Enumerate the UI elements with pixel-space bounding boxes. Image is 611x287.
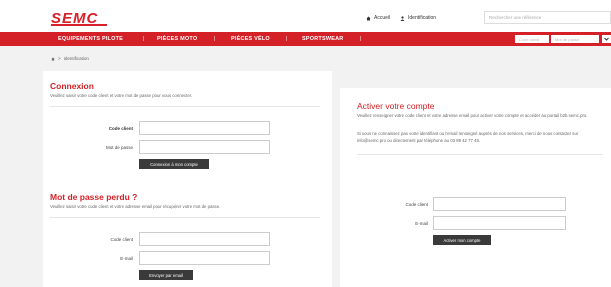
- login-description: Veuillez saisir votre code client et vot…: [50, 93, 193, 98]
- activate-code-client-label: Code client: [405, 202, 428, 207]
- nav-separator: |: [360, 36, 362, 42]
- divider: [357, 154, 603, 155]
- breadcrumb-separator: >: [58, 56, 61, 61]
- main-nav: EQUIPEMENTS PILOTE | PIÈCES MOTO | PIÈCE…: [0, 32, 611, 46]
- activate-description-1: Veuillez renseigner votre code client et…: [357, 113, 588, 118]
- lost-code-client-label: Code client: [110, 237, 133, 242]
- identification-link[interactable]: Identification: [400, 15, 436, 21]
- divider: [50, 106, 320, 107]
- nav-pieces-velo[interactable]: PIÈCES VÉLO: [231, 36, 270, 42]
- nav-separator: |: [286, 36, 288, 42]
- activate-code-client-input[interactable]: [433, 197, 566, 211]
- activate-title: Activer votre compte: [357, 101, 435, 111]
- nav-login-button[interactable]: [602, 35, 611, 43]
- activate-email-input[interactable]: [433, 216, 566, 230]
- activate-email-label: E-mail: [415, 221, 428, 226]
- home-icon: [366, 16, 371, 20]
- login-title: Connexion: [50, 81, 94, 91]
- nav-password-input[interactable]: Mot de passe: [551, 35, 599, 43]
- code-client-input[interactable]: [139, 121, 270, 135]
- search-input[interactable]: Rechercher une référence: [484, 11, 611, 24]
- nav-equipements-pilote[interactable]: EQUIPEMENTS PILOTE: [58, 36, 123, 42]
- breadcrumb: > Identification: [51, 56, 89, 61]
- user-icon: [400, 15, 405, 21]
- accueil-link[interactable]: Accueil: [366, 15, 390, 21]
- divider: [50, 217, 320, 218]
- activate-panel: Activer votre compte Veuillez renseigner…: [340, 88, 611, 287]
- nav-separator: |: [143, 36, 145, 42]
- accueil-label: Accueil: [374, 15, 391, 21]
- chevron-down-icon: [604, 37, 609, 41]
- identification-label: Identification: [408, 15, 437, 21]
- breadcrumb-current: Identification: [63, 56, 89, 61]
- home-icon[interactable]: [51, 56, 55, 61]
- activate-account-button[interactable]: Activer mon compte: [433, 235, 491, 245]
- lost-password-description: Veuillez saisir votre code client et vot…: [50, 204, 221, 209]
- code-client-label: Code client: [108, 126, 133, 131]
- logo-underline: [51, 24, 107, 26]
- nav-separator: |: [214, 36, 216, 42]
- nav-sportswear[interactable]: SPORTSWEAR: [302, 36, 343, 42]
- send-email-button[interactable]: Envoyer par email: [139, 270, 193, 280]
- lost-password-title: Mot de passe perdu ?: [50, 192, 138, 202]
- lost-code-client-input[interactable]: [139, 232, 270, 246]
- password-input[interactable]: [139, 140, 270, 154]
- nav-code-client-input[interactable]: Code client: [515, 35, 549, 43]
- nav-pieces-moto[interactable]: PIÈCES MOTO: [157, 36, 197, 42]
- login-button[interactable]: Connexion à mon compte: [139, 159, 209, 169]
- login-panel: Connexion Veuillez saisir votre code cli…: [43, 71, 332, 287]
- password-label: Mot de passe: [105, 145, 133, 150]
- activate-description-2: Si vous ne connaissez pas votre identifi…: [357, 131, 579, 143]
- lost-email-label: E-mail: [120, 256, 133, 261]
- top-bar: SEMC Accueil Identification Rechercher u…: [0, 0, 611, 32]
- lost-email-input[interactable]: [139, 251, 270, 265]
